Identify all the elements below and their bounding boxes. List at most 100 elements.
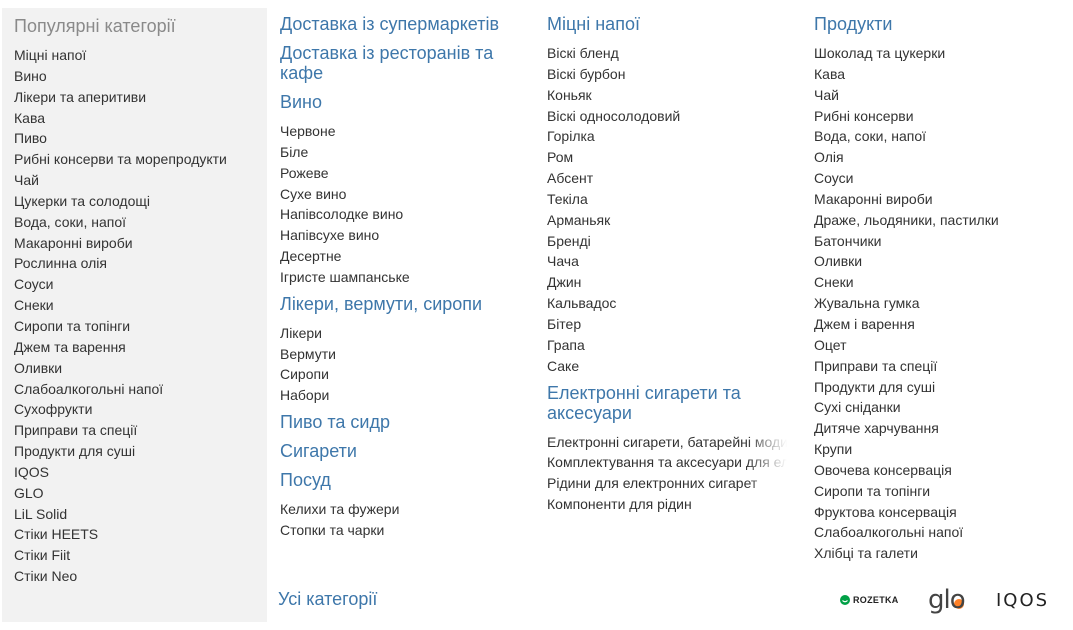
dishes-subcategory-link[interactable]: Стопки та чарки (280, 520, 530, 541)
products-subcategory-link[interactable]: Оливки (814, 251, 1064, 272)
heading-ecig[interactable]: Електронні сигарети та аксесуари (547, 383, 777, 423)
heading-liqueurs[interactable]: Лікери, вермути, сиропи (280, 294, 530, 314)
sidebar-category-link[interactable]: Рибні консерви та морепродукти (14, 149, 255, 170)
products-subcategory-link[interactable]: Шоколад та цукерки (814, 43, 1064, 64)
products-subcategory-link[interactable]: Дитяче харчування (814, 418, 1064, 439)
products-subcategory-link[interactable]: Джем і варення (814, 314, 1064, 335)
sidebar-category-link[interactable]: Макаронні вироби (14, 233, 255, 254)
products-subcategory-link[interactable]: Макаронні вироби (814, 189, 1064, 210)
products-subcategory-link[interactable]: Вода, соки, напої (814, 126, 1064, 147)
wine-subcategory-link[interactable]: Рожеве (280, 163, 530, 184)
spirits-subcategory-link[interactable]: Віскі бурбон (547, 64, 787, 85)
ecig-subcategory-link[interactable]: Компоненти для рідин (547, 494, 787, 515)
spirits-subcategory-link[interactable]: Грапа (547, 335, 787, 356)
spirits-subcategory-link[interactable]: Абсент (547, 168, 787, 189)
liqueurs-subcategory-link[interactable]: Набори (280, 385, 530, 406)
spirits-subcategory-link[interactable]: Коньяк (547, 85, 787, 106)
iqos-logo-text: IQOS (996, 589, 1050, 611)
wine-subcategory-link[interactable]: Червоне (280, 121, 530, 142)
sidebar-category-link[interactable]: GLO (14, 483, 255, 504)
dishes-subcategory-link[interactable]: Келихи та фужери (280, 499, 530, 520)
sidebar-category-link[interactable]: Цукерки та солодощі (14, 191, 255, 212)
heading-dishes[interactable]: Посуд (280, 470, 530, 490)
heading-cigarettes[interactable]: Сигарети (280, 441, 530, 461)
products-subcategory-link[interactable]: Хлібці та галети (814, 543, 1064, 564)
sidebar-category-link[interactable]: LiL Solid (14, 504, 255, 525)
liqueurs-subcategory-link[interactable]: Вермути (280, 344, 530, 365)
spirits-subcategory-link[interactable]: Арманьяк (547, 210, 787, 231)
sidebar-category-link[interactable]: Слабоалкогольні напої (14, 379, 255, 400)
spirits-subcategory-link[interactable]: Бітер (547, 314, 787, 335)
spirits-subcategory-link[interactable]: Чача (547, 251, 787, 272)
sidebar-category-link[interactable]: Пиво (14, 128, 255, 149)
spirits-subcategory-link[interactable]: Горілка (547, 126, 787, 147)
sidebar-category-link[interactable]: IQOS (14, 462, 255, 483)
products-subcategory-link[interactable]: Фруктова консервація (814, 502, 1064, 523)
all-categories-link[interactable]: Усі категорії (278, 589, 377, 610)
products-subcategory-link[interactable]: Приправи та спеції (814, 356, 1064, 377)
products-subcategory-link[interactable]: Чай (814, 85, 1064, 106)
liqueurs-subcategory-link[interactable]: Сиропи (280, 364, 530, 385)
spirits-subcategory-link[interactable]: Віскі односолодовий (547, 106, 787, 127)
heading-restaurants[interactable]: Доставка із ресторанів та кафе (280, 43, 520, 83)
iqos-logo[interactable]: IQOS (996, 584, 1049, 616)
products-subcategory-link[interactable]: Сиропи та топінги (814, 481, 1064, 502)
products-subcategory-link[interactable]: Кава (814, 64, 1064, 85)
products-subcategory-link[interactable]: Снеки (814, 272, 1064, 293)
ecig-subcategory-link[interactable]: Комплектування та аксесуари для електрон… (547, 452, 787, 474)
spirits-subcategory-link[interactable]: Бренді (547, 231, 787, 252)
products-subcategory-link[interactable]: Овочева консервація (814, 460, 1064, 481)
sidebar-category-link[interactable]: Джем та варення (14, 337, 255, 358)
products-subcategory-link[interactable]: Олія (814, 147, 1064, 168)
wine-subcategory-link[interactable]: Десертне (280, 246, 530, 267)
sidebar-category-link[interactable]: Вода, соки, напої (14, 212, 255, 233)
products-subcategory-link[interactable]: Соуси (814, 168, 1064, 189)
rozetka-logo[interactable]: ROZETKA (840, 584, 899, 616)
products-subcategory-link[interactable]: Сухі сніданки (814, 397, 1064, 418)
liqueurs-subcategory-link[interactable]: Лікери (280, 323, 530, 344)
sidebar-category-link[interactable]: Снеки (14, 295, 255, 316)
spirits-subcategory-link[interactable]: Віскі бленд (547, 43, 787, 64)
sidebar-category-link[interactable]: Вино (14, 66, 255, 87)
products-subcategory-link[interactable]: Слабоалкогольні напої (814, 522, 1064, 543)
products-subcategory-link[interactable]: Крупи (814, 439, 1064, 460)
wine-subcategory-link[interactable]: Напівсолодке вино (280, 204, 530, 225)
ecig-subcategory-link[interactable]: Електронні сигарети, батарейні моди (547, 431, 787, 453)
heading-spirits[interactable]: Міцні напої (547, 14, 787, 34)
sidebar-category-link[interactable]: Соуси (14, 274, 255, 295)
sidebar-category-link[interactable]: Рослинна олія (14, 253, 255, 274)
glo-logo[interactable]: glo (928, 584, 966, 616)
spirits-subcategory-link[interactable]: Джин (547, 272, 787, 293)
products-subcategory-link[interactable]: Продукти для суші (814, 377, 1064, 398)
wine-subcategory-link[interactable]: Ігристе шампанське (280, 267, 530, 288)
products-subcategory-link[interactable]: Жувальна гумка (814, 293, 1064, 314)
products-subcategory-link[interactable]: Рибні консерви (814, 106, 1064, 127)
spirits-subcategory-link[interactable]: Саке (547, 356, 787, 377)
sidebar-category-link[interactable]: Стіки Neo (14, 566, 255, 587)
sidebar-category-link[interactable]: Сухофрукти (14, 399, 255, 420)
spirits-subcategory-link[interactable]: Текіла (547, 189, 787, 210)
sidebar-category-link[interactable]: Продукти для суші (14, 441, 255, 462)
heading-products[interactable]: Продукти (814, 14, 1064, 34)
sidebar-category-link[interactable]: Оливки (14, 358, 255, 379)
ecig-subcategory-link[interactable]: Рідини для електронних сигарет (547, 473, 787, 494)
wine-subcategory-link[interactable]: Напівсухе вино (280, 225, 530, 246)
sidebar-category-link[interactable]: Міцні напої (14, 45, 255, 66)
sidebar-category-link[interactable]: Лікери та аперитиви (14, 87, 255, 108)
heading-supermarkets[interactable]: Доставка із супермаркетів (280, 14, 530, 34)
spirits-subcategory-link[interactable]: Кальвадос (547, 293, 787, 314)
sidebar-category-link[interactable]: Сиропи та топінги (14, 316, 255, 337)
spirits-subcategory-link[interactable]: Ром (547, 147, 787, 168)
products-subcategory-link[interactable]: Оцет (814, 335, 1064, 356)
wine-subcategory-link[interactable]: Сухе вино (280, 184, 530, 205)
products-subcategory-link[interactable]: Батончики (814, 231, 1064, 252)
sidebar-category-link[interactable]: Приправи та спеції (14, 420, 255, 441)
heading-wine[interactable]: Вино (280, 92, 530, 112)
sidebar-category-link[interactable]: Кава (14, 108, 255, 129)
sidebar-category-link[interactable]: Стіки HEETS (14, 524, 255, 545)
sidebar-category-link[interactable]: Чай (14, 170, 255, 191)
wine-subcategory-link[interactable]: Біле (280, 142, 530, 163)
sidebar-category-link[interactable]: Стіки Fiit (14, 545, 255, 566)
products-subcategory-link[interactable]: Драже, льодяники, пастилки (814, 210, 1064, 231)
heading-beer[interactable]: Пиво та сидр (280, 412, 530, 432)
